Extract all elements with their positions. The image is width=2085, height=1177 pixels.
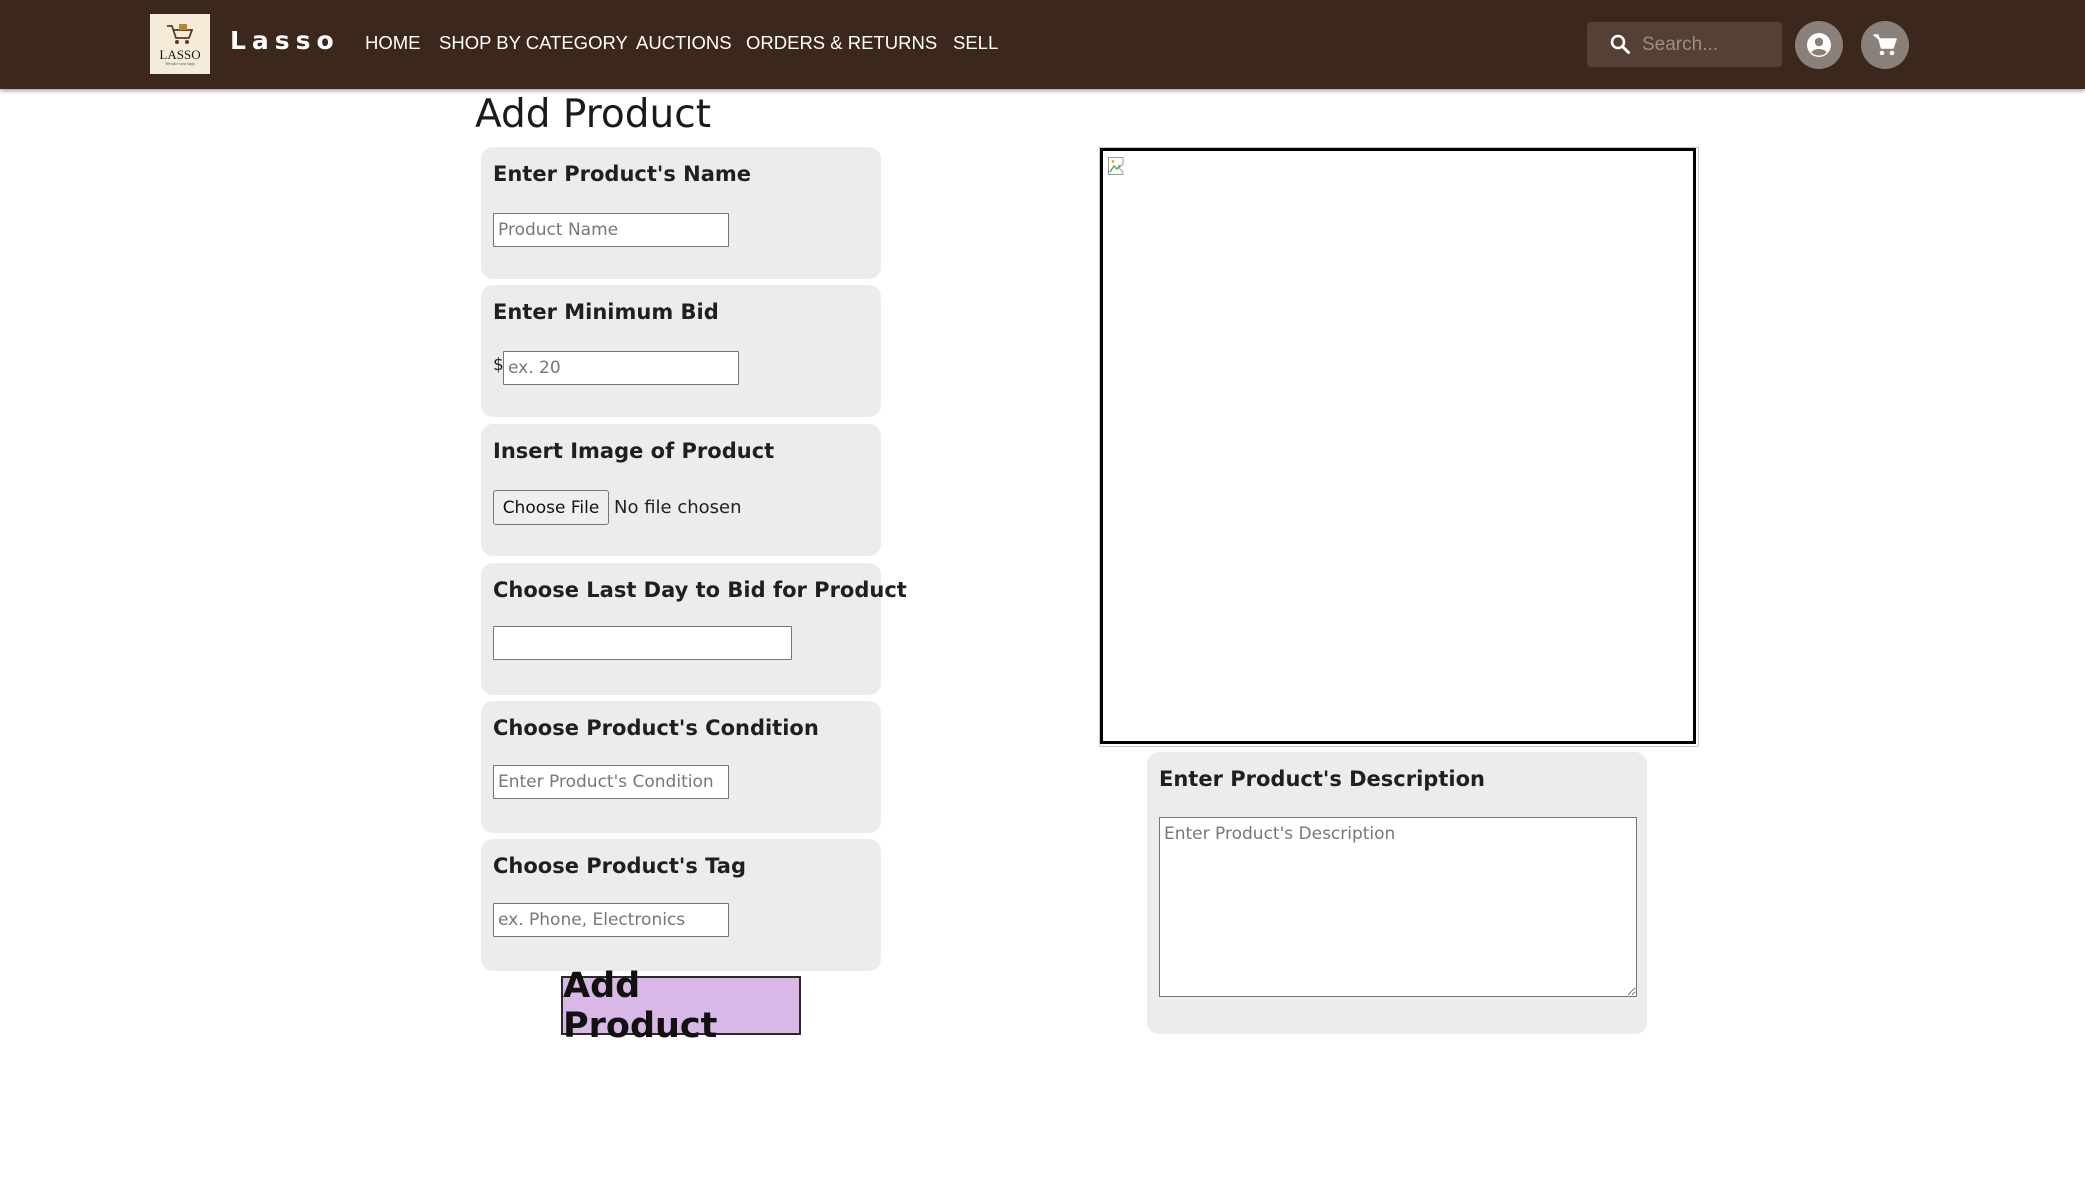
product-image-card: Insert Image of Product Choose File No f… xyxy=(481,424,881,556)
last-bid-day-label: Choose Last Day to Bid for Product xyxy=(493,578,907,602)
product-name-card: Enter Product's Name xyxy=(481,147,881,279)
nav-orders-returns[interactable]: ORDERS & RETURNS xyxy=(746,32,937,54)
shopping-cart-icon xyxy=(1873,34,1897,56)
broken-image-icon xyxy=(1108,157,1124,175)
site-logo[interactable]: LASSO We take your bags xyxy=(150,14,210,74)
product-tag-card: Choose Product's Tag xyxy=(481,839,881,971)
product-description-label: Enter Product's Description xyxy=(1159,767,1485,791)
minimum-bid-input[interactable] xyxy=(503,351,739,385)
logo-tagline: We take your bags xyxy=(165,60,195,66)
nav-home[interactable]: HOME xyxy=(365,32,421,54)
product-condition-input[interactable] xyxy=(493,765,729,799)
product-condition-label: Choose Product's Condition xyxy=(493,716,819,740)
nav-shop-by-category[interactable]: SHOP BY CATEGORY xyxy=(439,32,628,54)
product-name-label: Enter Product's Name xyxy=(493,162,751,186)
product-description-textarea[interactable] xyxy=(1159,817,1637,997)
file-status: No file chosen xyxy=(614,497,742,518)
nav-sell[interactable]: SELL xyxy=(953,32,998,54)
product-description-card: Enter Product's Description xyxy=(1147,752,1647,1034)
image-preview-frame xyxy=(1099,147,1699,747)
product-tag-input[interactable] xyxy=(493,903,729,937)
brand-name[interactable]: Lasso xyxy=(230,26,340,55)
search-icon[interactable] xyxy=(1609,33,1631,55)
choose-file-button[interactable]: Choose File xyxy=(493,490,609,525)
product-tag-label: Choose Product's Tag xyxy=(493,854,746,878)
logo-text: LASSO xyxy=(159,46,201,62)
cart-button[interactable] xyxy=(1861,21,1909,69)
last-bid-day-card: Choose Last Day to Bid for Product xyxy=(481,563,907,695)
top-navbar: LASSO We take your bags Lasso HOME SHOP … xyxy=(0,0,2085,89)
account-circle-icon xyxy=(1807,33,1831,57)
search-input[interactable] xyxy=(1642,30,1772,60)
last-bid-day-input[interactable] xyxy=(493,626,792,660)
product-condition-card: Choose Product's Condition xyxy=(481,701,881,833)
nav-auctions[interactable]: AUCTIONS xyxy=(636,32,732,54)
image-preview xyxy=(1100,148,1696,744)
logo-cart-icon xyxy=(167,23,194,44)
minimum-bid-label: Enter Minimum Bid xyxy=(493,300,719,324)
product-name-input[interactable] xyxy=(493,213,729,247)
minimum-bid-card: Enter Minimum Bid $ xyxy=(481,285,881,417)
account-button[interactable] xyxy=(1795,21,1843,69)
page-title: Add Product xyxy=(475,92,711,137)
add-product-button[interactable]: Add Product xyxy=(561,966,801,1046)
search-box xyxy=(1587,22,1782,67)
product-image-label: Insert Image of Product xyxy=(493,439,775,463)
